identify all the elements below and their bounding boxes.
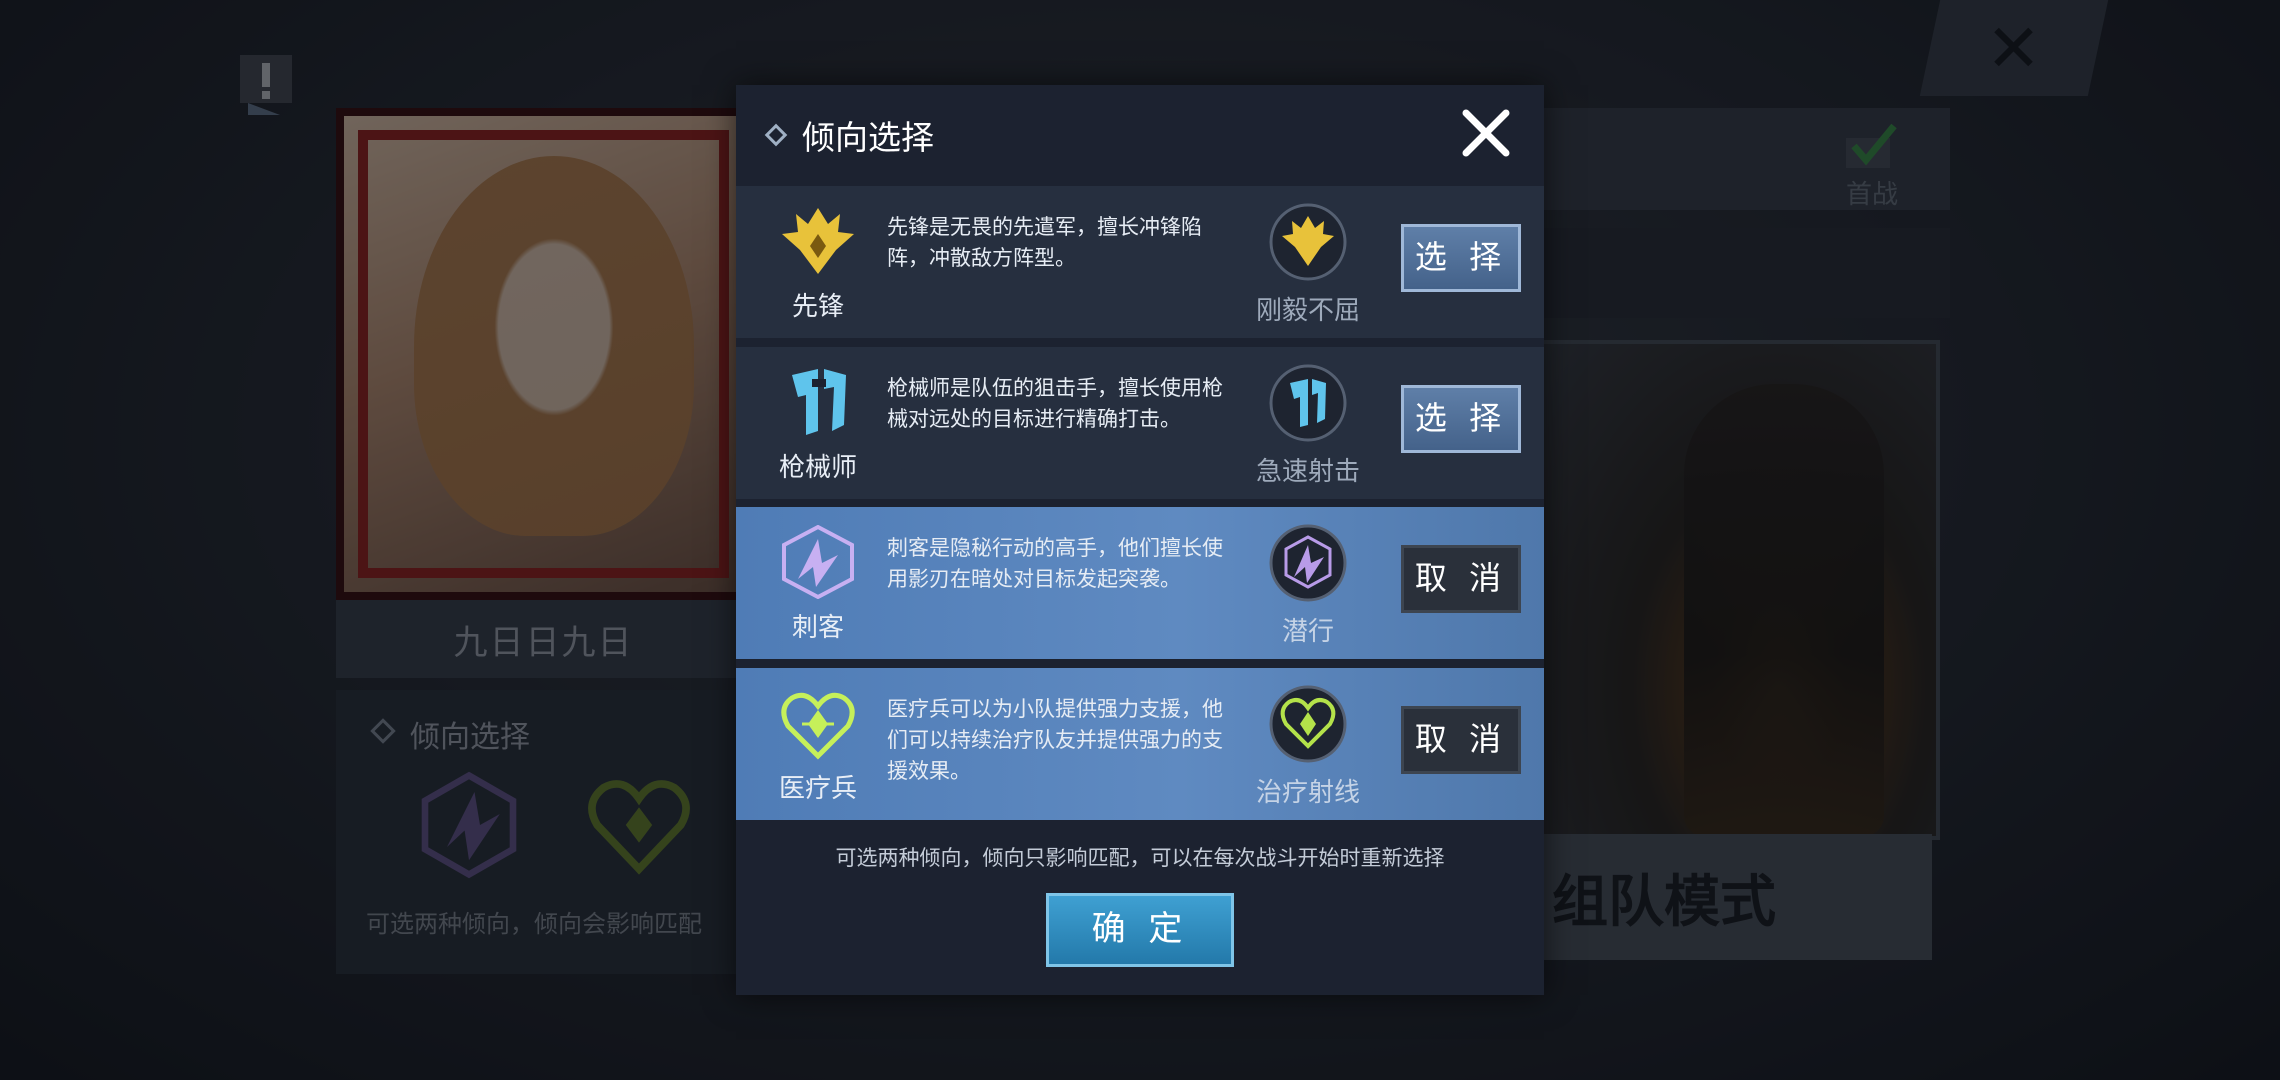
skill-name: 治疗射线 bbox=[1255, 778, 1360, 808]
role-name: 医疗兵 bbox=[778, 774, 857, 804]
medic-icon bbox=[781, 692, 855, 760]
hint-text: 可选两种倾向，倾向只影响匹配，可以在每次战斗开始时重新选择 bbox=[835, 846, 1445, 870]
role-row-vanguard[interactable]: 先锋 先锋是无畏的先遣军，擅长冲锋陷阵，冲散敌方阵型。 刚毅不屈 选 择 bbox=[736, 186, 1544, 338]
skill-name: 潜行 bbox=[1281, 617, 1334, 647]
tendency-panel-title: 倾向选择 bbox=[410, 720, 530, 755]
medic-icon bbox=[588, 780, 690, 875]
role-description: 枪械师是队伍的狙击手，擅长使用枪械对远处的目标进行精确打击。 bbox=[887, 376, 1223, 431]
mode-hero-image bbox=[1540, 340, 1940, 840]
assassin-icon bbox=[421, 771, 517, 879]
role-row-gunner[interactable]: 枪械师 枪械师是队伍的狙击手，擅长使用枪械对远处的目标进行精确打击。 急速射击 … bbox=[736, 347, 1544, 499]
dialog-header: 倾向选择 bbox=[736, 85, 1544, 183]
role-name: 先锋 bbox=[791, 292, 844, 322]
assassin-skill-icon bbox=[1269, 524, 1347, 602]
select-button[interactable]: 选 择 bbox=[1401, 385, 1521, 453]
warning-icon bbox=[240, 55, 292, 115]
role-description: 医疗兵可以为小队提供强力支援，他们可以持续治疗队友并提供强力的支援效果。 bbox=[887, 697, 1223, 783]
mode-label: 组队模式 bbox=[1540, 834, 1932, 960]
dialog-title: 倾向选择 bbox=[802, 118, 934, 157]
role-row-assassin[interactable]: 刺客 刺客是隐秘行动的高手，他们擅长使用影刃在暗处对目标发起突袭。 潜行 取 消 bbox=[736, 507, 1544, 659]
mode-card: 首战 组队模式 bbox=[1540, 108, 1950, 960]
skill-name: 急速射击 bbox=[1255, 457, 1360, 487]
diamond-icon bbox=[764, 123, 788, 147]
background-close-button[interactable]: ✕ bbox=[1919, 0, 2109, 96]
tendency-panel[interactable]: 倾向选择 可选两种倾向，倾向会影响匹配 bbox=[336, 690, 751, 974]
role-row-medic[interactable]: 医疗兵 医疗兵可以为小队提供强力支援，他们可以持续治疗队友并提供强力的支援效果。… bbox=[736, 668, 1544, 820]
assassin-icon bbox=[782, 525, 854, 599]
role-name: 刺客 bbox=[791, 613, 844, 643]
gunner-skill-icon bbox=[1269, 364, 1347, 442]
cancel-button[interactable]: 取 消 bbox=[1401, 545, 1521, 613]
role-description: 刺客是隐秘行动的高手，他们擅长使用影刃在暗处对目标发起突袭。 bbox=[887, 536, 1223, 591]
close-icon[interactable] bbox=[1456, 105, 1516, 161]
medic-skill-icon bbox=[1269, 685, 1347, 763]
gunner-icon bbox=[792, 369, 846, 435]
cancel-button[interactable]: 取 消 bbox=[1401, 706, 1521, 774]
close-icon: ✕ bbox=[1986, 9, 2042, 87]
role-description: 先锋是无畏的先遣军，擅长冲锋陷阵，冲散敌方阵型。 bbox=[887, 215, 1202, 270]
tendency-panel-footer: 可选两种倾向，倾向会影响匹配 bbox=[366, 910, 702, 938]
gift-check-icon bbox=[1846, 123, 1897, 168]
tendency-select-dialog: 倾向选择 先锋 先锋是无畏的先遣军，擅长冲锋陷阵，冲散敌方阵型。 刚毅不屈 选 … bbox=[736, 85, 1544, 995]
vanguard-skill-icon bbox=[1269, 203, 1347, 281]
skill-name: 刚毅不屈 bbox=[1255, 296, 1360, 326]
first-win-label: 首战 bbox=[1845, 180, 1898, 210]
confirm-button[interactable]: 确 定 bbox=[1046, 893, 1234, 967]
player-card: 九日日九日 倾向选择 可选两种倾向，倾向会影响匹配 bbox=[336, 108, 751, 974]
player-portrait bbox=[336, 108, 751, 600]
vanguard-icon bbox=[782, 208, 854, 274]
player-name: 九日日九日 bbox=[336, 600, 751, 678]
select-button[interactable]: 选 择 bbox=[1401, 224, 1521, 292]
role-name: 枪械师 bbox=[778, 453, 857, 483]
